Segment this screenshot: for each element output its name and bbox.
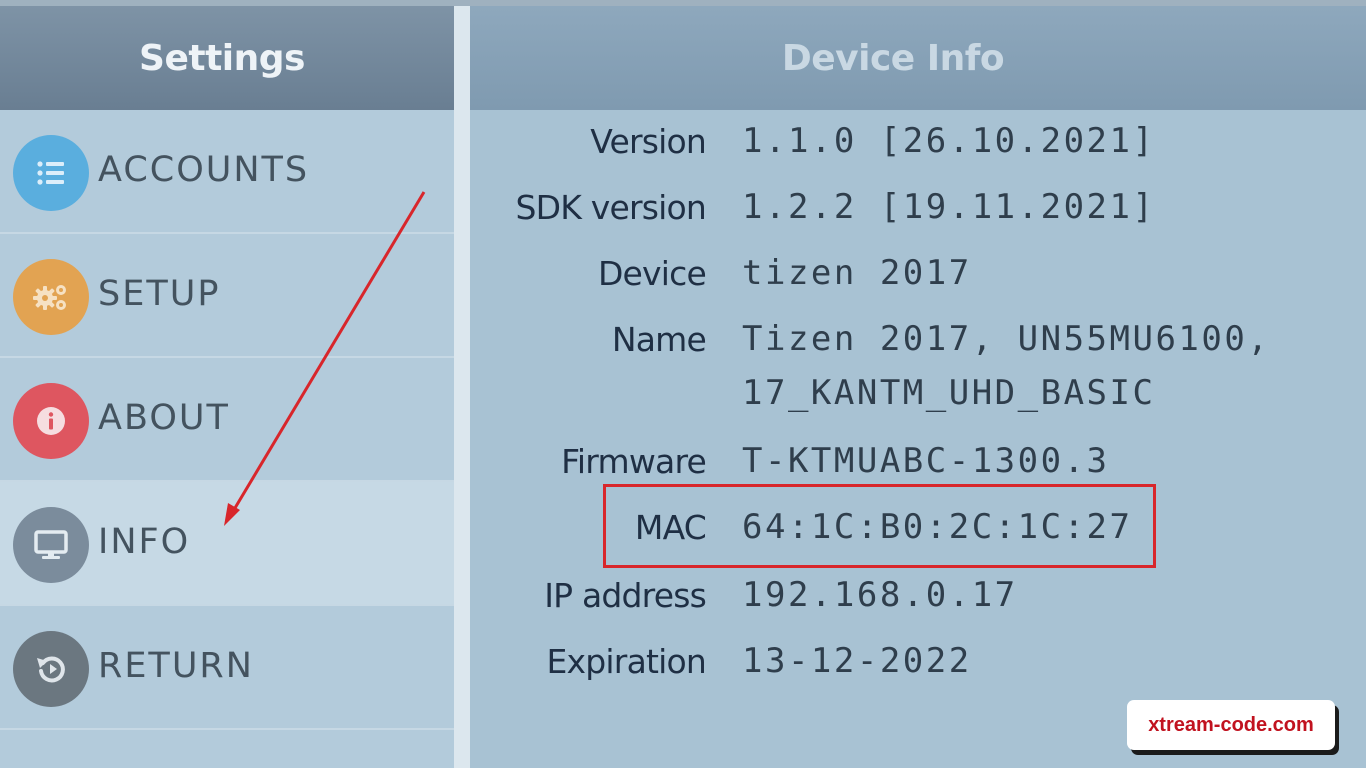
info-row-ip-address: IP address 192.168.0.17 (470, 575, 1366, 636)
monitor-icon (13, 507, 89, 583)
info-value: tizen 2017 (742, 253, 972, 293)
settings-sidebar: Settings ACCOUNTS SETUP ABOUT INFO RETUR… (0, 6, 454, 768)
info-row-version: Version 1.1.0 [26.10.2021] (470, 121, 1366, 182)
info-label: Device (597, 254, 707, 293)
watermark-text: xtream-code.com (1148, 713, 1314, 736)
sidebar-title: Settings (139, 37, 305, 79)
info-row-name: Name Tizen 2017, UN55MU6100, 17_KANTM_UH… (470, 319, 1366, 430)
menu-item-setup[interactable]: SETUP (0, 234, 454, 358)
sidebar-header: Settings (0, 6, 454, 110)
menu-item-accounts[interactable]: ACCOUNTS (0, 110, 454, 234)
menu-item-return[interactable]: RETURN (0, 606, 454, 730)
info-icon (13, 383, 89, 459)
info-value: 1.1.0 [26.10.2021] (742, 121, 1156, 161)
info-label: IP address (544, 576, 707, 615)
content-header: Device Info (470, 6, 1366, 110)
info-value: 192.168.0.17 (742, 575, 1018, 615)
panel-divider (454, 6, 470, 768)
menu-label-accounts: ACCOUNTS (98, 150, 310, 190)
info-row-sdk-version: SDK version 1.2.2 [19.11.2021] (470, 187, 1366, 248)
return-icon (13, 631, 89, 707)
menu-label-return: RETURN (98, 646, 254, 686)
info-label: SDK version (515, 188, 706, 227)
info-label: Expiration (546, 642, 707, 681)
info-label: Name (611, 320, 707, 359)
info-value: Tizen 2017, UN55MU6100, (742, 319, 1271, 359)
content-title: Device Info (781, 37, 1005, 79)
info-value: 1.2.2 [19.11.2021] (742, 187, 1156, 227)
list-icon (13, 135, 89, 211)
info-label: Firmware (561, 442, 707, 481)
info-row-device: Device tizen 2017 (470, 253, 1366, 314)
menu-item-info[interactable]: INFO (0, 482, 454, 606)
info-value: T-KTMUABC-1300.3 (742, 441, 1110, 481)
watermark-badge: xtream-code.com (1127, 700, 1335, 750)
info-label: Version (590, 122, 707, 161)
mac-highlight-box (603, 484, 1156, 568)
info-value: 13-12-2022 (742, 641, 972, 681)
info-row-expiration: Expiration 13-12-2022 (470, 641, 1366, 702)
menu-label-info: INFO (98, 522, 191, 562)
gears-icon (13, 259, 89, 335)
menu-label-setup: SETUP (98, 274, 221, 314)
menu-label-about: ABOUT (98, 398, 230, 438)
menu-item-about[interactable]: ABOUT (0, 358, 454, 482)
info-value-line-2: 17_KANTM_UHD_BASIC (742, 373, 1156, 413)
